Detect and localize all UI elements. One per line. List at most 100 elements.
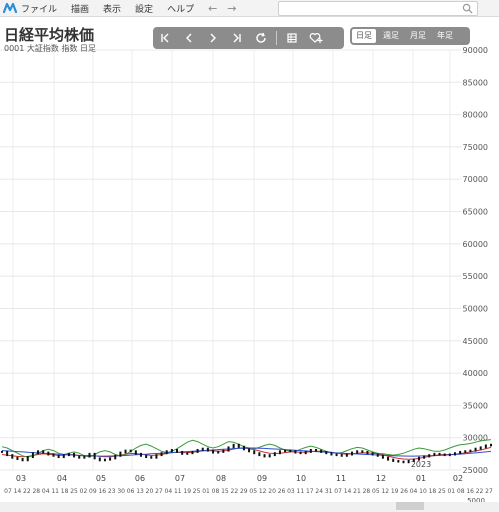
day-label: 30 xyxy=(117,488,125,495)
day-label: 10 xyxy=(419,488,427,495)
price-candle xyxy=(330,452,333,456)
price-candle xyxy=(222,449,225,453)
month-label: 08 xyxy=(216,474,226,483)
day-label: 05 xyxy=(372,488,380,495)
price-candle xyxy=(129,449,132,453)
price-candle xyxy=(325,450,328,455)
refresh-icon[interactable] xyxy=(249,27,273,49)
day-label: 11 xyxy=(297,488,305,495)
next-icon[interactable] xyxy=(201,27,225,49)
y-tick-label: 25000 xyxy=(463,466,488,475)
price-candle xyxy=(237,443,240,448)
price-candle xyxy=(119,451,122,457)
menu-help[interactable]: ヘルプ xyxy=(167,2,194,15)
day-label: 28 xyxy=(363,488,371,495)
first-page-icon[interactable] xyxy=(153,27,177,49)
day-label: 16 xyxy=(466,488,474,495)
price-candle xyxy=(145,454,148,459)
y-tick-label: 65000 xyxy=(463,208,488,217)
y-tick-label: 60000 xyxy=(463,240,488,249)
prev-icon[interactable] xyxy=(177,27,201,49)
price-candle xyxy=(448,453,451,457)
day-label: 23 xyxy=(108,488,116,495)
price-candle xyxy=(340,454,343,457)
price-candle xyxy=(433,452,436,457)
scroll-thumb[interactable] xyxy=(396,502,424,510)
price-candle xyxy=(83,455,86,459)
month-label: 03 xyxy=(16,474,26,483)
price-candle xyxy=(42,450,45,454)
price-candle xyxy=(417,456,420,461)
app-logo-icon xyxy=(3,2,17,14)
search-icon[interactable] xyxy=(462,3,473,14)
price-candle xyxy=(227,446,230,452)
day-label: 25 xyxy=(193,488,201,495)
price-candle xyxy=(381,454,384,459)
price-candle xyxy=(484,444,487,449)
price-candle xyxy=(289,449,292,453)
price-candle xyxy=(469,449,472,453)
price-candle xyxy=(464,450,467,453)
price-candle xyxy=(11,454,14,459)
y-tick-label: 90000 xyxy=(463,46,488,55)
day-label: 08 xyxy=(212,488,220,495)
tab-weekly[interactable]: 週足 xyxy=(379,29,403,43)
period-selector: 日足 週足 月足 年足 xyxy=(350,27,470,45)
price-candle xyxy=(73,452,76,458)
price-candle xyxy=(47,451,50,456)
day-label: 22 xyxy=(23,488,31,495)
menu-file[interactable]: ファイル xyxy=(21,2,57,15)
price-candle xyxy=(165,450,168,455)
month-label: 07 xyxy=(175,474,185,483)
search-input[interactable] xyxy=(279,9,455,20)
y-tick-label: 40000 xyxy=(463,369,488,378)
price-candle xyxy=(304,450,307,455)
y-tick-label: 75000 xyxy=(463,143,488,152)
menu-settings[interactable]: 設定 xyxy=(135,2,153,15)
day-label: 04 xyxy=(165,488,173,495)
price-candle xyxy=(62,454,65,459)
table-icon[interactable] xyxy=(280,27,304,49)
last-page-icon[interactable] xyxy=(225,27,249,49)
day-label: 14 xyxy=(344,488,352,495)
price-candle xyxy=(371,452,374,456)
day-label: 18 xyxy=(61,488,69,495)
menu-draw[interactable]: 描画 xyxy=(71,2,89,15)
price-candle xyxy=(345,453,348,457)
price-candle xyxy=(423,455,426,459)
price-candle xyxy=(1,450,3,453)
arrow-right-icon[interactable]: → xyxy=(227,2,236,15)
y-tick-label: 50000 xyxy=(463,304,488,313)
y-tick-label: 85000 xyxy=(463,78,488,87)
price-candle xyxy=(176,449,179,453)
price-candle xyxy=(150,456,153,459)
moving-average-line xyxy=(1,446,492,460)
price-chart[interactable]: 25000 30000 35000 40000 45000 50000 55000 60000… xyxy=(0,44,499,502)
price-candle xyxy=(196,449,199,453)
price-candle xyxy=(16,456,19,460)
day-label: 27 xyxy=(485,488,493,495)
horizontal-scrollbar[interactable] xyxy=(0,502,499,512)
price-candle xyxy=(78,455,81,459)
day-label: 26 xyxy=(278,488,286,495)
day-label: 20 xyxy=(146,488,154,495)
tab-daily[interactable]: 日足 xyxy=(352,29,376,43)
y-tick-label: 80000 xyxy=(463,111,488,120)
day-label: 15 xyxy=(221,488,229,495)
menu-view[interactable]: 表示 xyxy=(103,2,121,15)
favorite-add-icon[interactable] xyxy=(304,27,328,49)
tab-yearly[interactable]: 年足 xyxy=(433,29,457,43)
arrow-left-icon[interactable]: ← xyxy=(208,2,217,15)
price-candle xyxy=(438,452,441,456)
price-candle xyxy=(459,450,462,455)
page-title: 日経平均株価 xyxy=(4,26,95,44)
toolbar-divider xyxy=(276,31,277,45)
day-label: 02 xyxy=(80,488,88,495)
price-candle xyxy=(217,450,220,454)
price-candle xyxy=(407,459,410,464)
price-candle xyxy=(392,458,395,462)
price-candle xyxy=(428,454,431,458)
tab-monthly[interactable]: 月足 xyxy=(406,29,430,43)
price-candle xyxy=(294,450,297,454)
y-tick-label: 70000 xyxy=(463,175,488,184)
